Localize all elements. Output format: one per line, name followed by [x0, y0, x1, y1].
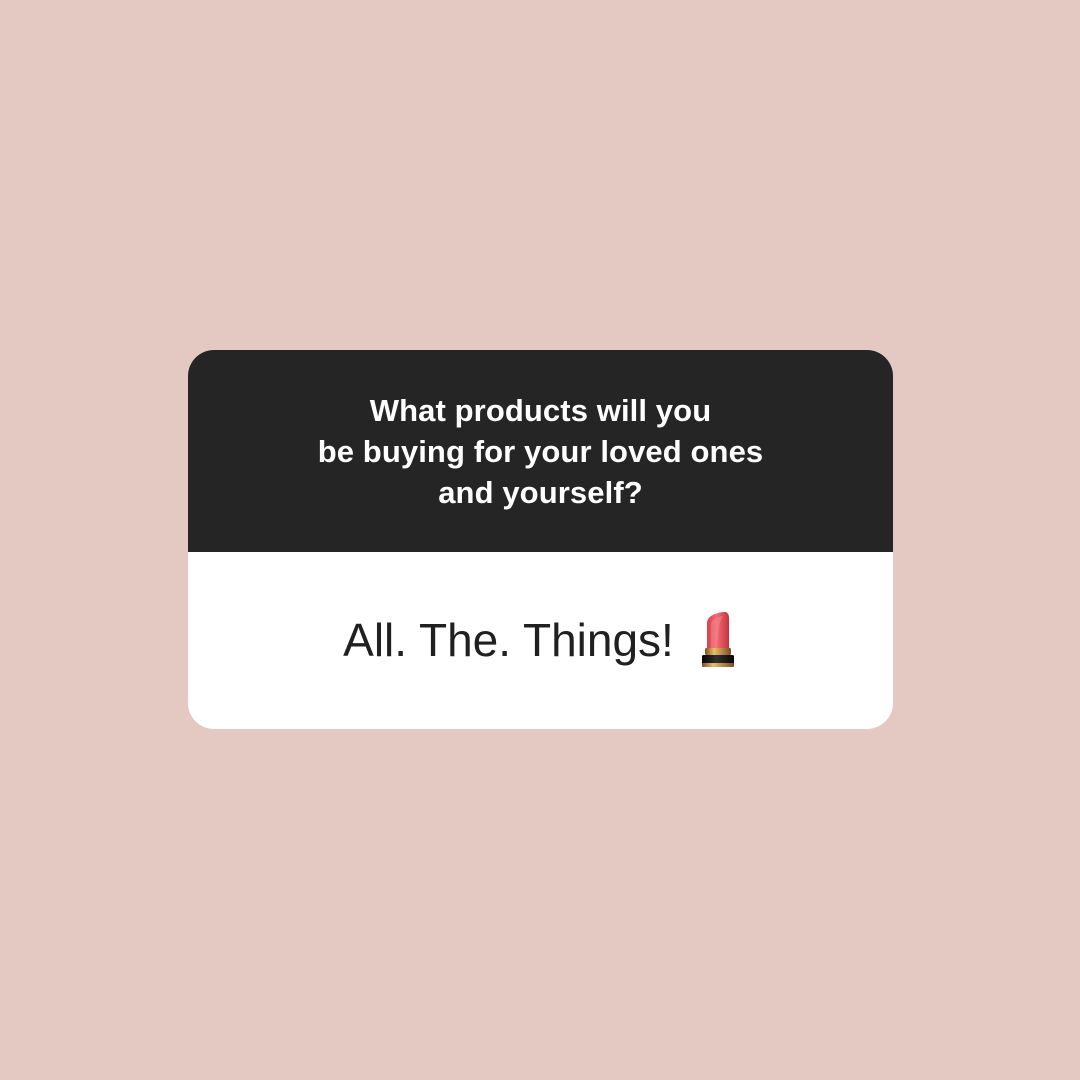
question-text: What products will you be buying for you… [318, 390, 764, 513]
answer-row: All. The. Things! [343, 611, 738, 668]
answer-panel: All. The. Things! [188, 552, 893, 729]
story-background: What products will you be buying for you… [0, 0, 1080, 1080]
question-line: and yourself? [438, 474, 643, 510]
lipstick-icon [701, 611, 734, 667]
question-panel: What products will you be buying for you… [188, 350, 893, 552]
question-answer-card: What products will you be buying for you… [188, 350, 893, 729]
question-line: What products will you [369, 392, 712, 428]
question-line: be buying for your loved ones [317, 433, 764, 469]
answer-text: All. The. Things! [343, 613, 674, 666]
